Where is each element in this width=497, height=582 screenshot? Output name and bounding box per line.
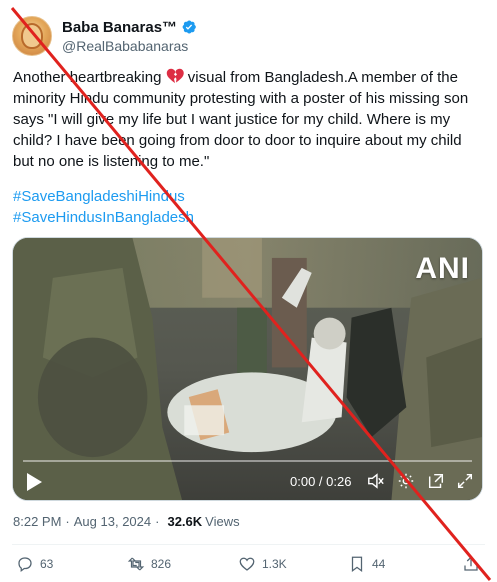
share-icon bbox=[464, 556, 478, 571]
reply-icon bbox=[18, 557, 32, 573]
ani-watermark: ANI bbox=[415, 252, 470, 285]
tweet-text-part-1: Another heartbreaking bbox=[13, 69, 166, 86]
heart-icon bbox=[239, 557, 255, 571]
video-time: 0:00 / 0:26 bbox=[290, 474, 352, 489]
meta-separator: · bbox=[65, 514, 70, 529]
pop-out-icon[interactable] bbox=[427, 472, 445, 490]
reply-count: 63 bbox=[40, 557, 54, 571]
avatar-face bbox=[21, 23, 43, 49]
bookmark-icon bbox=[351, 556, 363, 573]
author-names: Baba Banaras™ @RealBababanaras bbox=[62, 19, 197, 54]
tweet-text: Another heartbreaking visual from Bangla… bbox=[13, 67, 483, 172]
action-bar: 63 826 1.3K 44 bbox=[0, 552, 497, 578]
tweet-body: Another heartbreaking visual from Bangla… bbox=[13, 67, 483, 172]
avatar[interactable] bbox=[12, 16, 52, 56]
views-label: Views bbox=[205, 514, 240, 529]
video-player[interactable]: ANI 0:00 / 0:26 bbox=[12, 237, 483, 501]
play-icon[interactable] bbox=[25, 472, 43, 492]
views-count: 32.6K bbox=[167, 514, 203, 529]
hashtag-link[interactable]: #SaveHindusInBangladesh bbox=[13, 207, 194, 228]
mute-icon[interactable] bbox=[367, 472, 385, 490]
settings-icon[interactable] bbox=[397, 472, 415, 490]
repost-button[interactable]: 826 bbox=[127, 555, 171, 573]
video-controls: 0:00 / 0:26 bbox=[13, 464, 482, 500]
fullscreen-icon[interactable] bbox=[456, 472, 474, 490]
like-count: 1.3K bbox=[262, 557, 287, 571]
broken-heart-icon bbox=[166, 68, 184, 83]
hashtag-link[interactable]: #SaveBangladeshiHindus bbox=[13, 186, 194, 207]
share-button[interactable] bbox=[462, 555, 480, 573]
verified-badge-icon bbox=[182, 20, 196, 34]
author-handle[interactable]: @RealBababanaras bbox=[62, 38, 197, 54]
bookmark-count: 44 bbox=[372, 557, 386, 571]
tweet-header: Baba Banaras™ @RealBababanaras bbox=[12, 14, 197, 58]
repost-icon bbox=[127, 557, 145, 571]
repost-count: 826 bbox=[151, 557, 172, 571]
tweet-meta: 8:22 PM · Aug 13, 2024 · 32.6K Views bbox=[13, 514, 240, 529]
video-progress-bar[interactable] bbox=[23, 460, 472, 462]
name-row: Baba Banaras™ bbox=[62, 19, 197, 36]
like-button[interactable]: 1.3K bbox=[238, 555, 287, 573]
divider bbox=[12, 544, 485, 545]
tweet-time[interactable]: 8:22 PM bbox=[13, 514, 61, 529]
tweet-date[interactable]: Aug 13, 2024 bbox=[74, 514, 151, 529]
meta-separator: · bbox=[155, 514, 160, 529]
bookmark-button[interactable]: 44 bbox=[348, 555, 385, 573]
display-name[interactable]: Baba Banaras™ bbox=[62, 19, 177, 36]
reply-button[interactable]: 63 bbox=[16, 555, 53, 573]
hashtags: #SaveBangladeshiHindus #SaveHindusInBang… bbox=[13, 186, 194, 228]
